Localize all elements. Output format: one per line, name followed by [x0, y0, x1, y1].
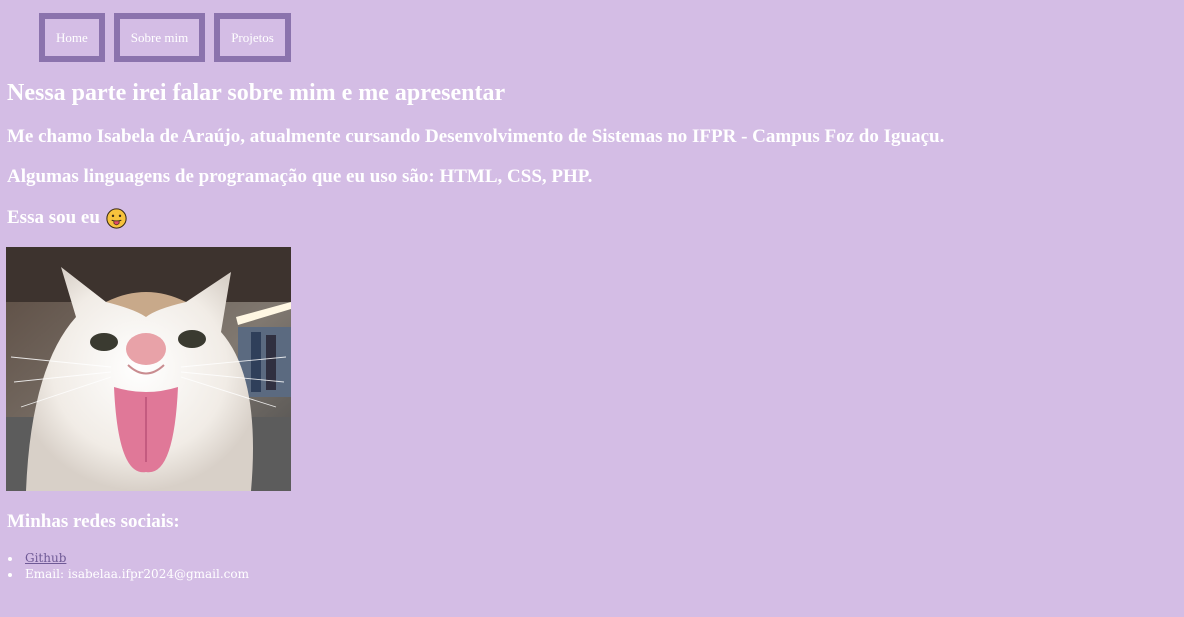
nav-projects-button[interactable]: Projetos: [214, 13, 291, 62]
list-item: Github: [8, 550, 249, 566]
email-text: Email: isabelaa.ifpr2024@gmail.com: [25, 567, 249, 581]
nav-home-label: Home: [56, 29, 88, 45]
social-list: Github Email: isabelaa.ifpr2024@gmail.co…: [8, 550, 249, 582]
top-nav: Home Sobre mim Projetos: [39, 13, 291, 62]
cat-tongue-out-photo: [6, 247, 291, 491]
nav-about-button[interactable]: Sobre mim: [113, 13, 206, 62]
me-label: Essa sou eu: [7, 207, 100, 228]
tongue-out-face-icon: [106, 207, 127, 229]
page-title: Nessa parte irei falar sobre mim e me ap…: [7, 80, 506, 106]
intro-text: Me chamo Isabela de Araújo, atualmente c…: [7, 126, 945, 147]
nav-projects-label: Projetos: [231, 29, 274, 45]
nav-home-button[interactable]: Home: [39, 13, 105, 62]
nav-about-label: Sobre mim: [130, 29, 189, 45]
me-label-row: Essa sou eu: [7, 207, 127, 229]
languages-text: Algumas linguagens de programação que eu…: [7, 166, 593, 187]
list-item: Email: isabelaa.ifpr2024@gmail.com: [8, 566, 249, 582]
github-link[interactable]: Github: [25, 551, 66, 565]
social-title: Minhas redes sociais:: [7, 511, 180, 532]
